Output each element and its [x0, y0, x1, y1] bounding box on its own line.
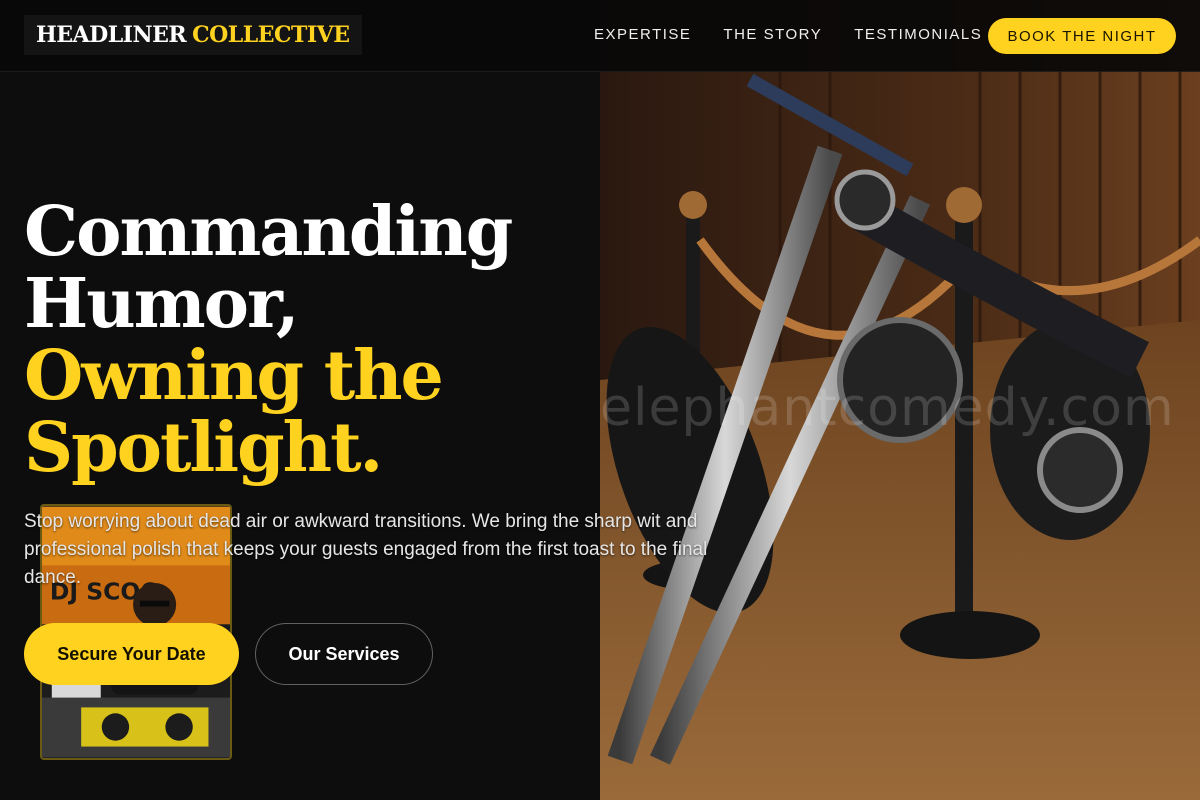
our-services-button[interactable]: Our Services: [255, 623, 433, 685]
hero-title: Commanding Humor, Owning the Spotlight.: [24, 192, 513, 488]
main-nav: EXPERTISE THE STORY TESTIMONIALS: [594, 26, 1014, 43]
nav-link-the-story[interactable]: THE STORY: [723, 26, 822, 43]
logo-primary-text: HEADLINER: [36, 22, 187, 48]
hero-title-line-2: Humor,: [24, 264, 300, 344]
secure-your-date-button[interactable]: Secure Your Date: [24, 623, 239, 685]
hero-photo: elephantcomedy.com: [600, 0, 1200, 800]
hero-title-line-1: Commanding: [24, 192, 513, 272]
site-header: HEADLINER COLLECTIVE EXPERTISE THE STORY…: [0, 0, 1200, 72]
nav-link-expertise[interactable]: EXPERTISE: [594, 26, 691, 43]
logo-accent-text: COLLECTIVE: [192, 22, 350, 48]
site-logo[interactable]: HEADLINER COLLECTIVE: [24, 15, 362, 55]
hero-title-line-3: Owning the: [24, 336, 444, 416]
nav-link-testimonials[interactable]: TESTIMONIALS: [854, 26, 982, 43]
book-the-night-button[interactable]: BOOK THE NIGHT: [988, 18, 1176, 54]
watermark-text: elephantcomedy.com: [600, 378, 1175, 438]
hero-title-line-4: Spotlight.: [24, 408, 383, 488]
hero-description: Stop worrying about dead air or awkward …: [24, 511, 708, 588]
